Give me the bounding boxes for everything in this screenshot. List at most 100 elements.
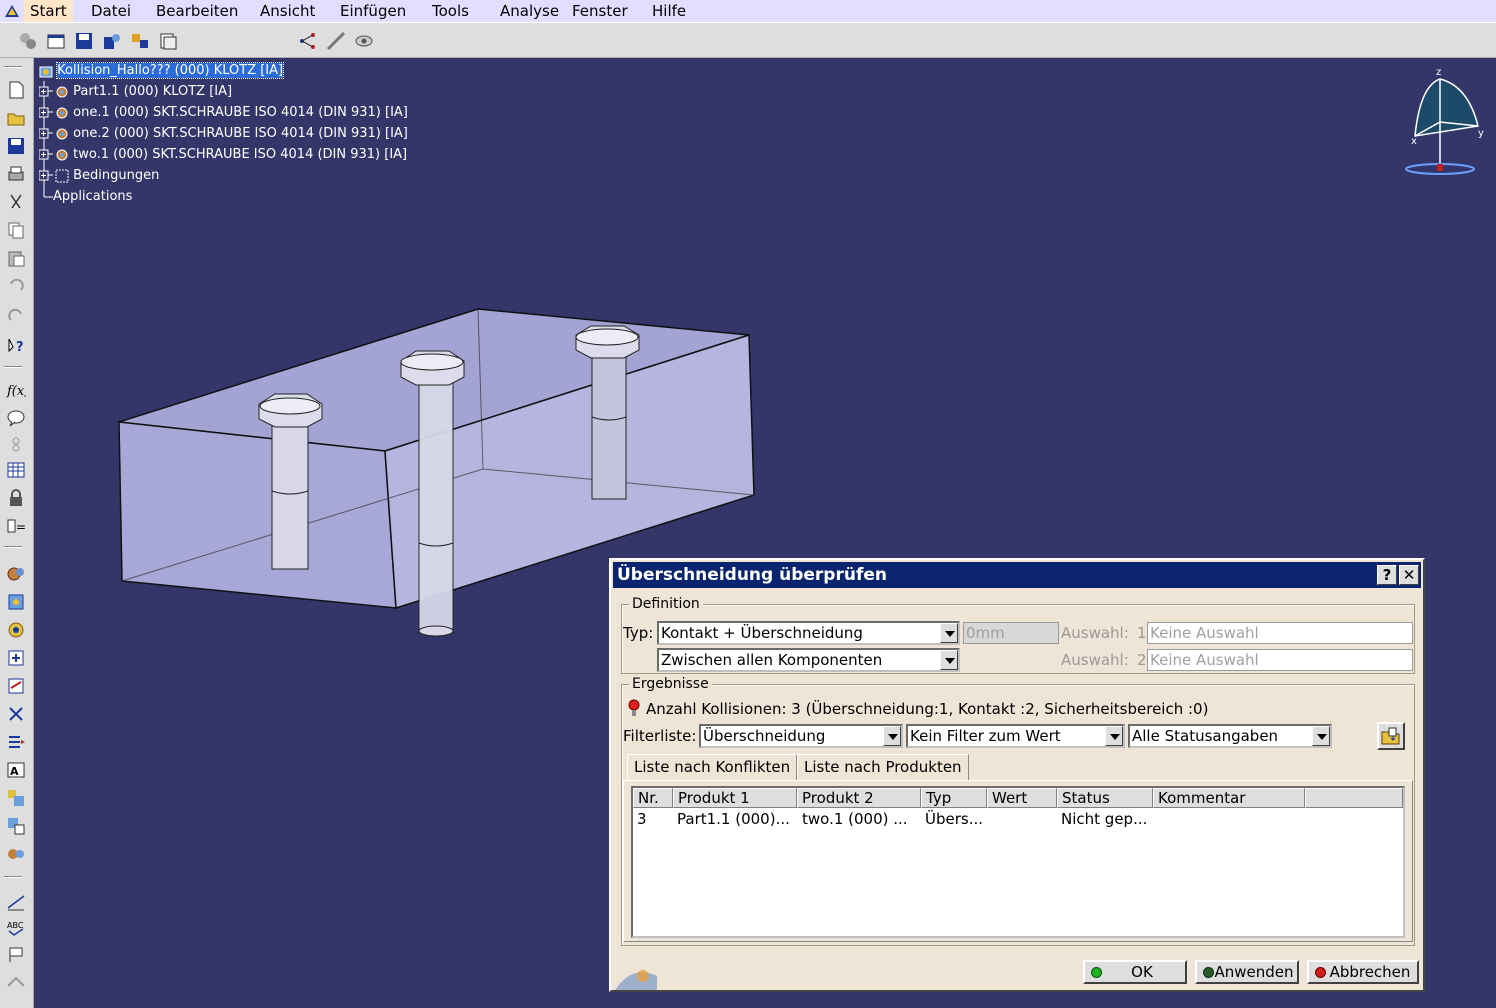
catia-logo-icon[interactable] [0, 0, 24, 22]
dialog-title-bar[interactable]: Überschneidung überprüfen ? ✕ [613, 562, 1421, 588]
menu-hilfe[interactable]: Hilfe [652, 2, 686, 20]
copy-icon[interactable] [4, 218, 28, 242]
filter-status-value: Alle Statusangaben [1132, 727, 1279, 745]
svg-text:?: ? [16, 340, 24, 355]
ok-dot-icon [1091, 967, 1102, 978]
filter-status-select[interactable]: Alle Statusangaben [1128, 724, 1332, 748]
replace-component-icon[interactable] [4, 674, 28, 698]
documents-icon[interactable] [156, 29, 180, 53]
export-button[interactable] [1377, 722, 1405, 750]
column-header[interactable]: Status [1057, 788, 1153, 808]
tab-produkte[interactable]: Liste nach Produkten [797, 754, 969, 780]
table-row[interactable]: 3 Part1.1 (000)... two.1 (000) ... Übers… [633, 808, 1403, 828]
lock-icon[interactable] [4, 486, 28, 510]
apply-button[interactable]: Anwenden [1195, 960, 1299, 984]
product-structure-icon[interactable] [16, 29, 40, 53]
cell-produkt2: two.1 (000) ... [802, 810, 908, 828]
whats-this-icon[interactable]: ? [4, 334, 28, 358]
insert-product-icon[interactable] [4, 590, 28, 614]
stretch-icon[interactable] [4, 970, 28, 994]
help-button[interactable]: ? [1377, 565, 1397, 585]
auswahl1-number: 1 [1137, 624, 1147, 642]
comment-icon[interactable] [4, 406, 28, 430]
auswahl2-label: Auswahl: [1061, 651, 1129, 669]
filter-value-select[interactable]: Kein Filter zum Wert [906, 724, 1125, 748]
print-icon[interactable] [4, 162, 28, 186]
column-header[interactable]: Nr. [633, 788, 673, 808]
column-header[interactable]: Produkt 2 [797, 788, 921, 808]
chevron-down-icon[interactable] [940, 650, 958, 670]
manage-icon[interactable] [128, 29, 152, 53]
cancel-button[interactable]: Abbrechen [1307, 960, 1419, 984]
fast-instantiation-icon[interactable] [4, 814, 28, 838]
menu-datei[interactable]: Datei [91, 2, 131, 20]
left-toolbar: ? f(x) = A ABC [0, 58, 34, 1008]
auswahl2-field[interactable]: Keine Auswahl [1147, 649, 1413, 671]
typ-select-value: Kontakt + Überschneidung [661, 624, 863, 642]
table-icon[interactable] [4, 458, 28, 482]
existing-component-icon[interactable] [4, 646, 28, 670]
close-button[interactable]: ✕ [1399, 565, 1419, 585]
apply-dot-icon [1203, 967, 1214, 978]
mode-select[interactable]: Zwischen allen Komponenten [657, 648, 960, 672]
cell-nr: 3 [637, 810, 647, 828]
chevron-down-icon[interactable] [940, 623, 958, 643]
undo-icon[interactable] [4, 274, 28, 298]
open-folder-icon[interactable] [4, 106, 28, 130]
new-document-icon[interactable] [4, 78, 28, 102]
collision-list[interactable]: Nr. Produkt 1 Produkt 2 Typ Wert Status … [631, 786, 1405, 938]
ok-button[interactable]: OK [1083, 960, 1187, 984]
auswahl1-label: Auswahl: [1061, 624, 1129, 642]
interference-dialog: Überschneidung überprüfen ? ✕ Definition… [609, 558, 1425, 992]
menu-tools[interactable]: Tools [432, 2, 469, 20]
top-toolbar [0, 22, 1496, 58]
save-management-icon[interactable] [100, 29, 124, 53]
reorder-icon[interactable] [4, 730, 28, 754]
measure-icon[interactable] [324, 29, 348, 53]
tab-konflikte[interactable]: Liste nach Konflikten [627, 754, 798, 780]
knowledge-icon[interactable] [4, 432, 28, 456]
column-header[interactable]: Kommentar [1153, 788, 1305, 808]
warning-light-icon [628, 699, 640, 716]
menu-start[interactable]: Start [24, 0, 73, 22]
menu-einfuegen[interactable]: Einfügen [340, 2, 406, 20]
formula-icon[interactable]: f(x) [4, 378, 28, 402]
measure-distance-icon[interactable] [4, 890, 28, 914]
chevron-down-icon[interactable] [883, 726, 901, 746]
menu-ansicht[interactable]: Ansicht [260, 2, 315, 20]
save-icon[interactable] [72, 29, 96, 53]
multi-instantiation-icon[interactable] [4, 786, 28, 810]
parameters-icon[interactable]: = [4, 514, 28, 538]
chevron-down-icon[interactable] [1105, 726, 1123, 746]
text-annotation-icon[interactable]: A [4, 758, 28, 782]
redo-icon[interactable] [4, 304, 28, 328]
column-header[interactable]: Wert [987, 788, 1057, 808]
cell-produkt1: Part1.1 (000)... [677, 810, 790, 828]
properties-icon[interactable] [44, 29, 68, 53]
paste-icon[interactable] [4, 246, 28, 270]
explode-icon[interactable] [4, 702, 28, 726]
menu-fenster[interactable]: Fenster [572, 2, 628, 20]
column-header[interactable]: Typ [921, 788, 987, 808]
assembly-gears-icon[interactable] [4, 562, 28, 586]
menu-analyse[interactable]: Analyse [500, 2, 559, 20]
graph-icon[interactable] [296, 29, 320, 53]
insert-part-icon[interactable] [4, 618, 28, 642]
clearance-field: 0mm [963, 622, 1059, 644]
view-eye-icon[interactable] [352, 29, 376, 53]
column-header[interactable]: Produkt 1 [673, 788, 797, 808]
filter-value-value: Kein Filter zum Wert [910, 727, 1061, 745]
symmetry-icon[interactable] [4, 842, 28, 866]
compass-icon[interactable]: z x y [1400, 64, 1490, 184]
auswahl1-field[interactable]: Keine Auswahl [1147, 622, 1413, 644]
filter-type-select[interactable]: Überschneidung [699, 724, 903, 748]
spelling-icon[interactable]: ABC [4, 916, 28, 940]
chevron-down-icon[interactable] [1312, 726, 1330, 746]
flag-note-icon[interactable] [4, 942, 28, 966]
typ-select[interactable]: Kontakt + Überschneidung [657, 621, 960, 645]
column-header-filler [1305, 788, 1403, 808]
cut-icon[interactable] [4, 190, 28, 214]
save-icon[interactable] [4, 134, 28, 158]
compass-x-label: x [1411, 136, 1417, 147]
menu-bearbeiten[interactable]: Bearbeiten [156, 2, 238, 20]
